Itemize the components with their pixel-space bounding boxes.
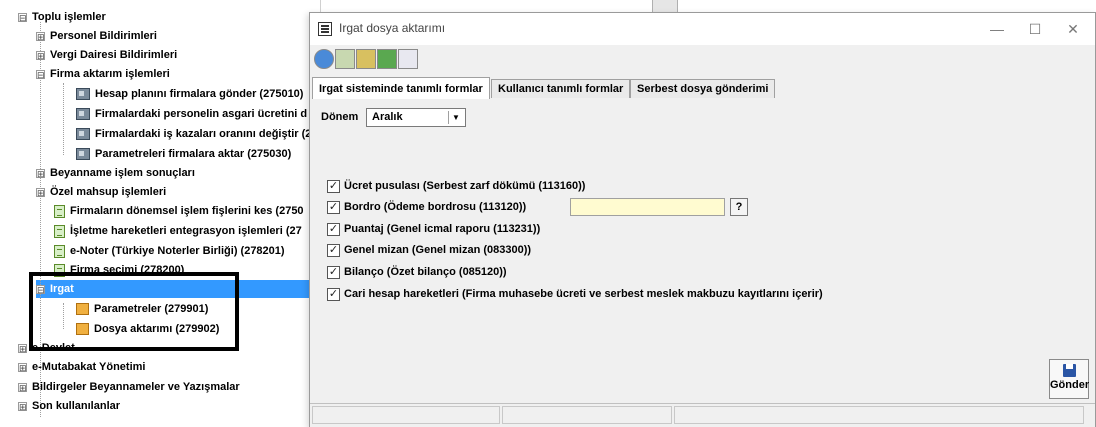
status-panel [674, 406, 1084, 424]
tree-item-label: e-Noter (Türkiye Noterler Birliği) (2782… [70, 245, 285, 257]
tree-item-personel-bildirimleri[interactable]: ⊞ Personel Bildirimleri [36, 27, 157, 45]
checkbox-genel-mizan[interactable]: ✓ [327, 244, 340, 257]
tab-strip: Irgat sisteminde tanımlı formlar Kullanı… [310, 77, 1095, 100]
checkbox-label: Puantaj (Genel icmal raporu (113231)) [344, 223, 541, 235]
checkbox-ucret-pusulasi[interactable]: ✓ [327, 180, 340, 193]
tree-item-parametreleri-aktar[interactable]: Parametreleri firmalara aktar (275030) [76, 145, 291, 163]
minimize-button[interactable]: — [979, 17, 1015, 41]
tree-guide-line [63, 83, 64, 155]
collapse-icon[interactable]: ⊟ [36, 69, 45, 79]
tree-item-label: Hesap planını firmalara gönder (275010) [95, 88, 304, 100]
tree-item-beyanname-islem-sonuclari[interactable]: ⊞ Beyanname işlem sonuçları [36, 164, 195, 182]
expand-icon[interactable]: ⊞ [18, 382, 27, 392]
tree-item-label: İşletme hareketleri entegrasyon işlemler… [70, 225, 302, 237]
module-icon [76, 88, 90, 101]
expand-icon[interactable]: ⊞ [36, 168, 45, 178]
tree-item-toplu-islemler[interactable]: ⊟ Toplu işlemler [18, 8, 106, 26]
module-icon [76, 148, 90, 161]
status-bar [310, 403, 1095, 427]
tree-item-vergi-dairesi-bildirimleri[interactable]: ⊞ Vergi Dairesi Bildirimleri [36, 46, 177, 64]
module-icon [76, 128, 90, 141]
tree-item-label: Özel mahsup işlemleri [50, 186, 167, 198]
tree-item-label: e-Mutabakat Yönetimi [32, 361, 146, 373]
checkbox-label: Bilanço (Özet bilanço (085120)) [344, 266, 507, 278]
tree-item-asgari-ucret[interactable]: Firmalardaki personelin asgari ücretini … [76, 105, 307, 123]
status-panel [312, 406, 500, 424]
expand-icon[interactable]: ⊞ [18, 362, 27, 372]
checkbox-cari-hesap[interactable]: ✓ [327, 288, 340, 301]
tree-item-hesap-plani-gonder[interactable]: Hesap planını firmalara gönder (275010) [76, 85, 303, 103]
collapse-icon[interactable]: ⊟ [18, 12, 27, 22]
send-button[interactable]: Gönder [1049, 359, 1089, 399]
checkbox-bilanco[interactable]: ✓ [327, 266, 340, 279]
exit-icon[interactable] [398, 49, 418, 69]
annotation-highlight-box [29, 272, 239, 351]
donem-select[interactable]: Aralık ▼ [366, 108, 466, 127]
checkbox-puantaj[interactable]: ✓ [327, 223, 340, 236]
chevron-down-icon[interactable]: ▼ [448, 111, 463, 124]
money-icon[interactable] [356, 49, 376, 69]
dialog-button-bar: Gönder [310, 353, 1095, 403]
form-icon [54, 224, 65, 238]
dialog-title: Irgat dosya aktarımı [339, 21, 446, 35]
app-icon [318, 22, 332, 36]
tree-item-label: Firmaların dönemsel işlem fişlerini kes … [70, 205, 304, 217]
irgat-dialog: Irgat dosya aktarımı — ☐ ✕ Irgat sistemi… [309, 12, 1096, 427]
tree-item-is-kazalari-orani[interactable]: Firmalardaki iş kazaları oranını değişti… [76, 125, 311, 143]
tree-item-firma-aktarim-islemleri[interactable]: ⊟ Firma aktarım işlemleri [36, 65, 170, 83]
tree-item-label: Toplu işlemler [32, 11, 106, 23]
tree-item-label: Firma aktarım işlemleri [50, 68, 170, 80]
tree-item-label: Beyanname işlem sonuçları [50, 167, 195, 179]
excel-icon[interactable] [377, 49, 397, 69]
calculator-icon[interactable] [335, 49, 355, 69]
tree-item-label: Firmalardaki personelin asgari ücretini … [95, 108, 308, 120]
tree-item-label: Parametreleri firmalara aktar (275030) [95, 148, 292, 160]
send-button-label: Gönder [1050, 379, 1090, 391]
expand-icon[interactable]: ⊞ [18, 401, 27, 411]
checkbox-label: Bordro (Ödeme bordrosu (113120)) [344, 201, 527, 213]
expand-icon[interactable]: ⊞ [36, 50, 45, 60]
tab-panel: Dönem Aralık ▼ ✓ Ücret pusulası (Serbest… [310, 99, 1095, 354]
globe-icon[interactable] [314, 49, 334, 69]
status-panel [502, 406, 672, 424]
maximize-button[interactable]: ☐ [1017, 17, 1053, 41]
form-icon [54, 244, 65, 258]
help-button[interactable]: ? [730, 198, 748, 216]
checkbox-label: Cari hesap hareketleri (Firma muhasebe ü… [344, 288, 823, 300]
expand-icon[interactable]: ⊞ [18, 343, 27, 353]
checkbox-bordro[interactable]: ✓ [327, 201, 340, 214]
tree-item-son-kullanilanlar[interactable]: ⊞ Son kullanılanlar [18, 397, 120, 415]
checkbox-label: Genel mizan (Genel mizan (083300)) [344, 244, 532, 256]
expand-icon[interactable]: ⊞ [36, 187, 45, 197]
close-button[interactable]: ✕ [1055, 17, 1091, 41]
expand-icon[interactable]: ⊞ [36, 31, 45, 41]
tree-item-ozel-mahsup-islemleri[interactable]: ⊞ Özel mahsup işlemleri [36, 183, 166, 201]
save-disk-icon [1062, 364, 1076, 377]
donem-value: Aralık [372, 111, 403, 123]
tree-item-label: Vergi Dairesi Bildirimleri [50, 49, 178, 61]
tree-item-isletme-hareketleri[interactable]: İşletme hareketleri entegrasyon işlemler… [54, 222, 302, 240]
tree-item-label: Bildirgeler Beyannameler ve Yazışmalar [32, 381, 240, 393]
tree-item-donemsel-islem-fisleri[interactable]: Firmaların dönemsel işlem fişlerini kes … [54, 202, 304, 220]
module-icon [76, 108, 90, 121]
tree-item-e-mutabakat[interactable]: ⊞ e-Mutabakat Yönetimi [18, 358, 146, 376]
tree-item-label: Personel Bildirimleri [50, 30, 157, 42]
tab-kullanici-formlar[interactable]: Kullanıcı tanımlı formlar [491, 79, 631, 98]
dialog-toolbar [310, 45, 1095, 73]
tree-item-label: Son kullanılanlar [32, 400, 121, 412]
tab-irgat-formlar[interactable]: Irgat sisteminde tanımlı formlar [312, 77, 490, 99]
dialog-titlebar[interactable]: Irgat dosya aktarımı — ☐ ✕ [310, 13, 1095, 45]
tab-serbest-dosya[interactable]: Serbest dosya gönderimi [630, 79, 776, 98]
tree-item-e-noter[interactable]: e-Noter (Türkiye Noterler Birliği) (2782… [54, 242, 285, 260]
tree-item-label: Firmalardaki iş kazaları oranını değişti… [95, 128, 312, 140]
navigation-tree: ⊟ Toplu işlemler ⊞ Personel Bildirimleri ⊞… [0, 0, 321, 427]
bordro-file-field[interactable] [570, 198, 725, 216]
tree-item-bildirgeler[interactable]: ⊞ Bildirgeler Beyannameler ve Yazışmalar [18, 378, 240, 396]
donem-label: Dönem [321, 111, 359, 123]
form-icon [54, 204, 65, 218]
checkbox-label: Ücret pusulası (Serbest zarf dökümü (113… [344, 180, 586, 192]
